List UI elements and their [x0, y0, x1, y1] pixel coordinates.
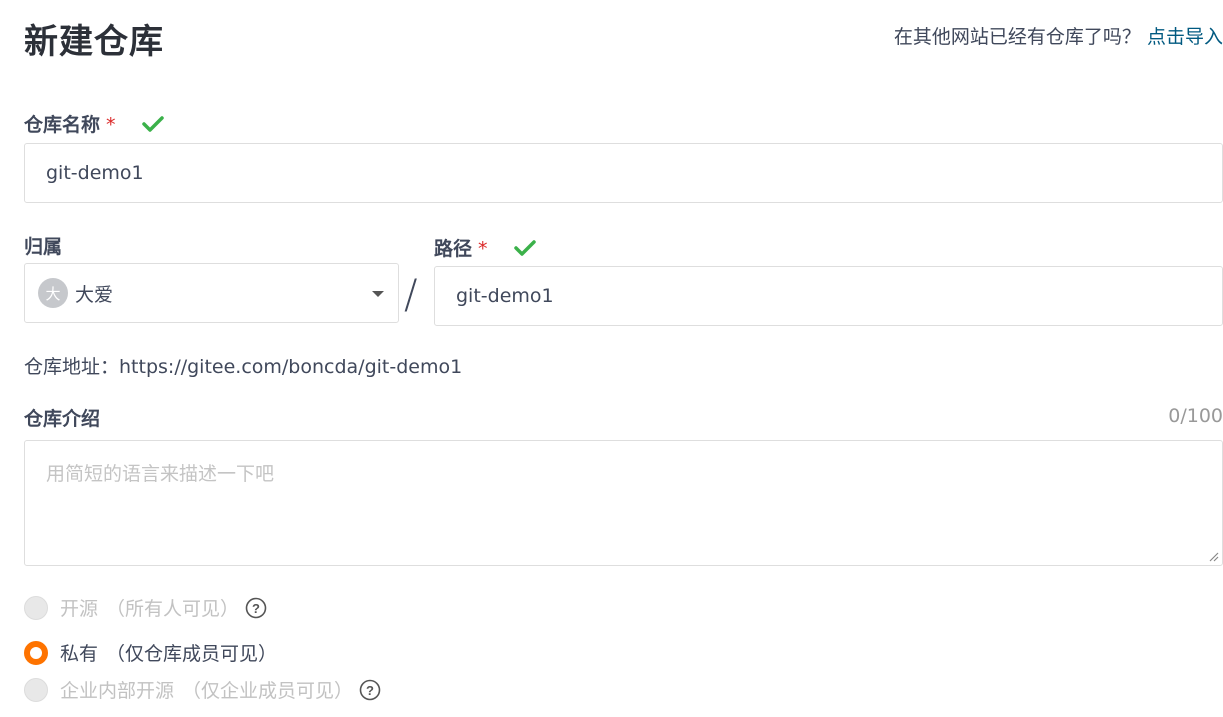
import-prompt-text: 在其他网站已经有仓库了吗？: [893, 26, 1141, 48]
path-input[interactable]: git-demo1: [434, 266, 1223, 326]
owner-label: 归属: [24, 236, 63, 258]
description-counter: 0/100: [1168, 405, 1223, 427]
description-placeholder: 用简短的语言来描述一下吧: [46, 463, 275, 485]
new-repo-page: 新建仓库 在其他网站已经有仓库了吗？ 点击导入 仓库名称 * git-demo1 …: [0, 0, 1223, 717]
radio-button[interactable]: [24, 640, 48, 665]
page-title: 新建仓库: [24, 22, 164, 62]
repo-name-label: 仓库名称 *: [24, 110, 164, 138]
check-icon: [142, 115, 164, 138]
import-prompt: 在其他网站已经有仓库了吗？ 点击导入: [894, 22, 1223, 49]
option-label: 企业内部开源: [60, 680, 175, 702]
option-note: （所有人可见）: [106, 598, 240, 620]
avatar: 大: [38, 278, 68, 308]
repo-address: 仓库地址：https://gitee.com/boncda/git-demo1: [24, 352, 462, 379]
visibility-option-private[interactable]: 私有 （仅仓库成员可见）: [24, 639, 277, 666]
path-value: git-demo1: [456, 285, 554, 307]
repo-name-input[interactable]: git-demo1: [24, 143, 1223, 203]
option-label: 开源: [60, 598, 99, 620]
path-label: 路径 *: [434, 234, 536, 262]
description-textarea[interactable]: 用简短的语言来描述一下吧: [24, 440, 1223, 566]
check-icon: [514, 239, 536, 262]
svg-text:?: ?: [366, 683, 374, 698]
required-mark: *: [478, 238, 488, 260]
required-mark: *: [106, 114, 116, 136]
import-link[interactable]: 点击导入: [1147, 26, 1223, 48]
description-label: 仓库介绍: [24, 408, 101, 430]
resize-handle-icon[interactable]: [1207, 550, 1219, 562]
option-label: 私有: [60, 643, 99, 665]
option-note: （仅仓库成员可见）: [106, 643, 278, 665]
radio-button[interactable]: [24, 677, 48, 702]
repo-address-label: 仓库地址：: [24, 356, 120, 378]
radio-button[interactable]: [24, 595, 48, 620]
question-circle-icon[interactable]: ?: [359, 679, 381, 701]
path-label-text: 路径: [434, 238, 473, 260]
repo-name-label-text: 仓库名称: [24, 114, 101, 136]
repo-address-url: https://gitee.com/boncda/git-demo1: [119, 356, 463, 378]
option-note: （仅企业成员可见）: [182, 680, 354, 702]
visibility-option-enterprise[interactable]: 企业内部开源 （仅企业成员可见） ?: [24, 676, 381, 703]
visibility-option-public[interactable]: 开源 （所有人可见） ?: [24, 594, 267, 621]
owner-selected-value: 大爱: [75, 283, 114, 306]
caret-down-icon: [372, 291, 384, 297]
path-separator: /: [404, 272, 418, 318]
question-circle-icon[interactable]: ?: [245, 597, 267, 619]
repo-name-value: git-demo1: [46, 162, 144, 184]
svg-text:?: ?: [252, 601, 260, 616]
owner-select[interactable]: 大 大爱: [24, 263, 399, 323]
